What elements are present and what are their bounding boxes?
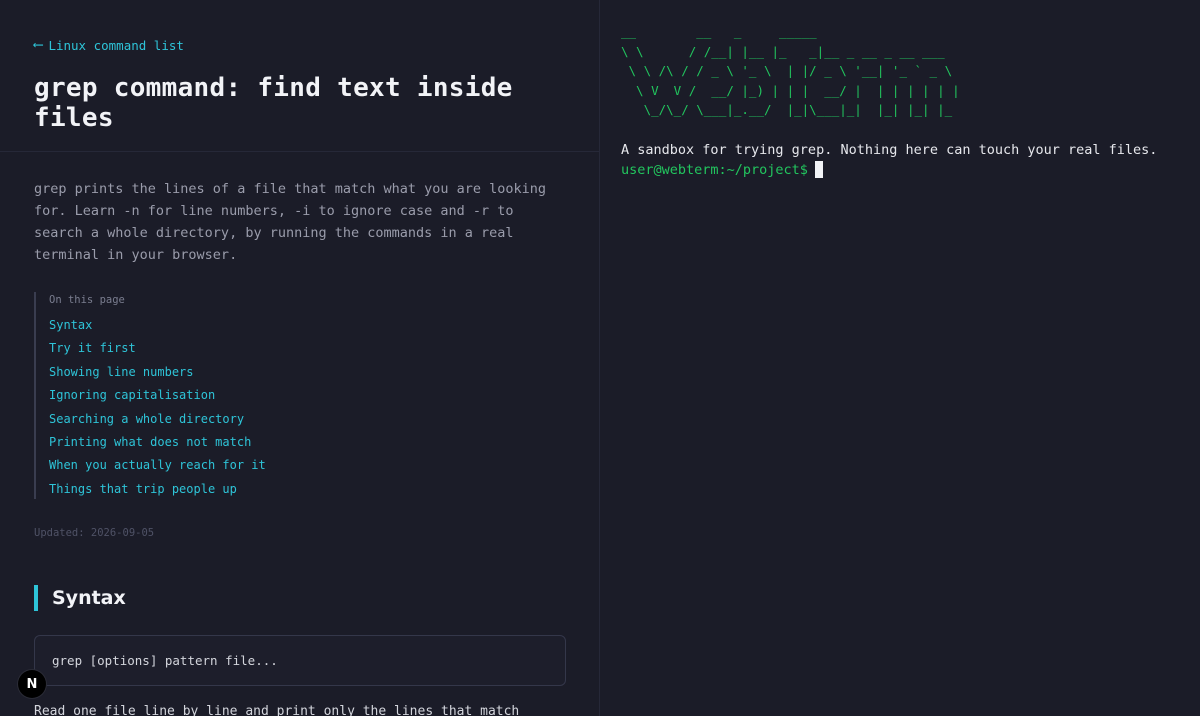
terminal-panel[interactable]: __ __ _ _____ \ \ / /__| |__ |_ _|__ _ __… [600,0,1200,716]
toc-item: Showing line numbers [49,359,565,382]
toc-item: Syntax [49,312,565,335]
ascii-banner-line: \ \ /\ / / _ \ '_ \ | |/ _ \ '__| '_ ` _… [621,63,953,79]
syntax-code: grep [options] pattern file... [52,653,278,669]
nextjs-icon[interactable]: N [18,670,46,698]
ascii-banner: __ __ _ _____ \ \ / /__| |__ |_ _|__ _ __… [621,22,1180,120]
toc-link-reach-for-it[interactable]: When you actually reach for it [49,458,266,472]
article-header: ⟵ Linux command list grep command: find … [0,0,599,152]
toc-item: Things that trip people up [49,476,565,499]
table-of-contents: On this page Syntax Try it first Showing… [34,292,565,500]
back-to-command-list-link[interactable]: ⟵ Linux command list [34,37,184,53]
terminal-prompt: user@webterm:~/project$ [621,161,808,178]
ascii-banner-line: \_/\_/ \___|_.__/ |_|\___|_| |_| |_| |_ [621,102,953,118]
app: ⟵ Linux command list grep command: find … [0,0,1200,716]
page-title: grep command: find text inside files [34,73,513,133]
terminal-cursor [814,161,823,179]
section-body-text: Read one file line by line and print onl… [34,704,520,716]
toc-item: Printing what does not match [49,429,565,452]
terminal-message: A sandbox for trying grep. Nothing here … [621,141,1158,158]
syntax-heading: Syntax [34,585,565,612]
toc-list: Syntax Try it first Showing line numbers… [49,312,565,499]
toc-link-line-numbers[interactable]: Showing line numbers [49,365,194,379]
toc-item: Try it first [49,335,565,358]
toc-link-ignoring-case[interactable]: Ignoring capitalisation [49,388,215,402]
intro-paragraph: grep prints the lines of a file that mat… [34,181,547,263]
ascii-banner-line: \ \ / /__| |__ |_ _|__ _ __ _ __ ___ [621,43,945,59]
toc-item: Ignoring capitalisation [49,382,565,405]
toc-link-not-match[interactable]: Printing what does not match [49,435,251,449]
article-content: grep prints the lines of a file that mat… [0,152,599,716]
syntax-code-block: grep [options] pattern file... [34,635,566,687]
article-panel: ⟵ Linux command list grep command: find … [0,0,600,716]
terminal-prompt-line[interactable]: user@webterm:~/project$ [621,160,1180,180]
toc-item: When you actually reach for it [49,452,565,475]
ascii-banner-line: \ V V / __/ |_) | | | __/ | | | | | | | [621,82,960,98]
toc-heading: On this page [49,294,125,306]
toc-link-trip-people-up[interactable]: Things that trip people up [49,482,237,496]
toc-item: Searching a whole directory [49,406,565,429]
toc-link-whole-directory[interactable]: Searching a whole directory [49,412,244,426]
toc-link-try-it-first[interactable]: Try it first [49,341,136,355]
updated-date: Updated: 2026-09-05 [34,527,155,540]
arrow-left-icon: ⟵ [34,37,43,53]
back-link-label: Linux command list [48,37,184,53]
ascii-banner-line: __ __ _ _____ [621,24,817,39]
toc-link-syntax[interactable]: Syntax [49,318,92,332]
